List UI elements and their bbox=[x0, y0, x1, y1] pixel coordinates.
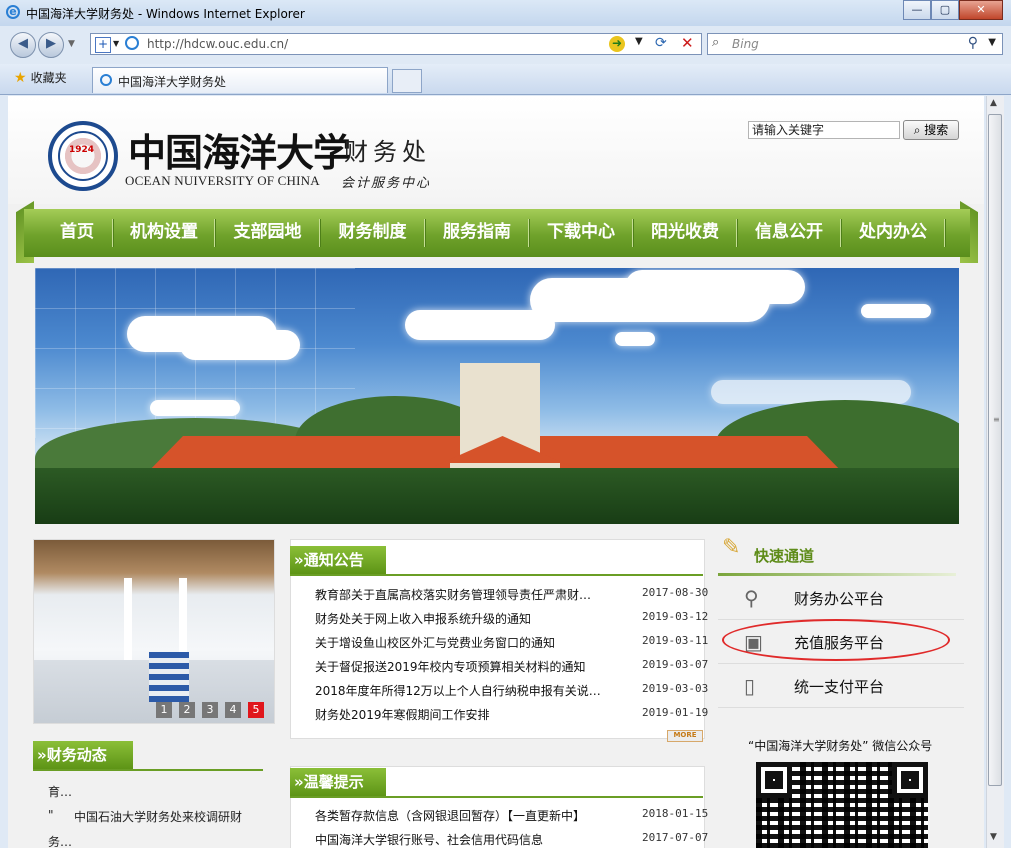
news-item[interactable]: 务… bbox=[48, 833, 72, 848]
favorites-button[interactable]: ★ 收藏夹 bbox=[14, 69, 67, 86]
go-icon[interactable]: ➜ bbox=[609, 36, 625, 52]
tabs-bar: ★ 收藏夹 中国海洋大学财务处 bbox=[0, 64, 1011, 95]
favorites-label: 收藏夹 bbox=[30, 71, 67, 85]
refresh-button[interactable]: ⟳ bbox=[655, 35, 667, 51]
highlight-circle bbox=[722, 619, 950, 661]
address-bar[interactable]: + ▼ http://hdcw.ouc.edu.cn/ ➜ ▼ ⟳ ✕ bbox=[90, 33, 702, 55]
nav-item-organization[interactable]: 机构设置 bbox=[114, 215, 214, 249]
search-provider-icon: ⌕ bbox=[712, 35, 720, 50]
page-viewport: 1924 中国海洋大学 OCEAN NUIVERSITY OF CHINA 财务… bbox=[8, 96, 984, 848]
window-titlebar: e 中国海洋大学财务处 - Windows Internet Explorer … bbox=[0, 0, 1011, 26]
nav-item-fees[interactable]: 阳光收费 bbox=[634, 215, 736, 249]
news-heading[interactable]: »财务动态 bbox=[33, 741, 133, 769]
address-toolbar: ◀ ▶ ▼ + ▼ http://hdcw.ouc.edu.cn/ ➜ ▼ ⟳ … bbox=[0, 28, 1011, 62]
quick-access-title: 快速通道 bbox=[754, 547, 815, 565]
site-header: 1924 中国海洋大学 OCEAN NUIVERSITY OF CHINA 财务… bbox=[8, 96, 984, 204]
browser-tab[interactable]: 中国海洋大学财务处 bbox=[92, 67, 388, 93]
tab-page-icon bbox=[100, 74, 112, 86]
quick-link-payment[interactable]: ▯ 统一支付平台 bbox=[718, 664, 964, 708]
search-placeholder[interactable]: Bing bbox=[732, 37, 759, 51]
slide-page-2[interactable]: 2 bbox=[179, 702, 195, 718]
campus-banner-image bbox=[35, 268, 959, 524]
star-icon: ★ bbox=[14, 70, 27, 86]
search-dropdown-icon[interactable]: ▼ bbox=[988, 37, 996, 48]
site-search-button-label: 搜索 bbox=[924, 123, 949, 137]
notices-heading[interactable]: »通知公告 bbox=[290, 546, 386, 574]
quick-link-label: 财务办公平台 bbox=[794, 590, 885, 608]
university-name-en: OCEAN NUIVERSITY OF CHINA bbox=[125, 173, 320, 188]
quick-link-label: 统一支付平台 bbox=[794, 678, 885, 696]
tips-title: 温馨提示 bbox=[303, 773, 364, 791]
nav-item-info-disclosure[interactable]: 信息公开 bbox=[738, 215, 840, 249]
tips-heading[interactable]: »温馨提示 bbox=[290, 768, 386, 796]
tab-title: 中国海洋大学财务处 bbox=[118, 75, 227, 89]
dept-subtitle: 会计服务中心 bbox=[341, 176, 432, 191]
news-title: 财务动态 bbox=[46, 746, 107, 764]
notices-more-link[interactable]: MORE bbox=[667, 730, 703, 742]
notices-title: 通知公告 bbox=[303, 551, 364, 569]
stop-button[interactable]: ✕ bbox=[681, 34, 694, 52]
url-text[interactable]: http://hdcw.ouc.edu.cn/ bbox=[147, 37, 288, 51]
slide-page-5[interactable]: 5 bbox=[248, 702, 264, 718]
wechat-label: “中国海洋大学财务处” 微信公众号 bbox=[748, 739, 933, 753]
scroll-down-icon[interactable]: ▼ bbox=[990, 832, 997, 842]
history-dropdown-icon[interactable]: ▼ bbox=[68, 39, 75, 49]
news-item[interactable]: 育… bbox=[48, 783, 72, 800]
window-controls: — ▢ ✕ bbox=[903, 0, 1003, 20]
site-search-button[interactable]: ⌕ 搜索 bbox=[903, 120, 959, 140]
dept-name: 财务处 bbox=[344, 138, 431, 166]
compat-dropdown-icon[interactable]: ▼ bbox=[113, 39, 119, 48]
main-nav: 首页 机构设置 支部园地 财务制度 服务指南 下载中心 阳光收费 信息公开 处内… bbox=[16, 201, 978, 263]
nav-item-internal-office[interactable]: 处内办公 bbox=[842, 215, 944, 249]
forward-button[interactable]: ▶ bbox=[38, 32, 64, 58]
university-emblem-icon: 1924 bbox=[48, 121, 118, 191]
emblem-year: 1924 bbox=[69, 145, 95, 155]
browser-search-box[interactable]: ⌕ Bing ⚲ ▼ bbox=[707, 33, 1003, 55]
slide-page-1[interactable]: 1 bbox=[156, 702, 172, 718]
page-icon bbox=[125, 36, 139, 50]
news-item[interactable]: 中国石油大学财务处来校调研财 bbox=[74, 808, 242, 825]
maximize-button[interactable]: ▢ bbox=[931, 0, 959, 20]
nav-item-service-guide[interactable]: 服务指南 bbox=[426, 215, 528, 249]
pencil-icon: ✎ bbox=[722, 535, 741, 560]
slideshow-photo[interactable]: 1 2 3 4 5 bbox=[33, 539, 275, 724]
nav-item-downloads[interactable]: 下载中心 bbox=[530, 215, 632, 249]
university-logo-text[interactable]: 中国海洋大学 bbox=[128, 122, 351, 177]
ie-logo-icon: e bbox=[6, 5, 20, 19]
nav-item-party-branch[interactable]: 支部园地 bbox=[216, 215, 319, 249]
scrollbar-thumb[interactable]: ≡ bbox=[988, 114, 1002, 786]
nav-item-home[interactable]: 首页 bbox=[42, 215, 112, 249]
site-search-input[interactable]: 请输入关键字 bbox=[748, 121, 900, 139]
address-dropdown-icon[interactable]: ▼ bbox=[635, 36, 643, 47]
quick-link-finance-office[interactable]: ⚲ 财务办公平台 bbox=[718, 576, 964, 620]
search-icon: ⚲ bbox=[744, 586, 759, 610]
scroll-up-icon[interactable]: ▲ bbox=[990, 98, 997, 108]
slide-page-3[interactable]: 3 bbox=[202, 702, 218, 718]
new-tab-button[interactable] bbox=[392, 69, 422, 93]
search-icon[interactable]: ⚲ bbox=[968, 35, 978, 51]
window-title: 中国海洋大学财务处 - Windows Internet Explorer bbox=[26, 7, 305, 21]
wechat-qr-code bbox=[756, 762, 928, 848]
vertical-scrollbar[interactable]: ▲ ≡ ▼ bbox=[986, 96, 1004, 848]
compat-icon[interactable]: + bbox=[95, 37, 111, 53]
minimize-button[interactable]: — bbox=[903, 0, 931, 20]
nav-item-finance-rules[interactable]: 财务制度 bbox=[321, 215, 424, 249]
close-button[interactable]: ✕ bbox=[959, 0, 1003, 20]
news-item-bullet: " bbox=[48, 808, 54, 822]
slide-page-4[interactable]: 4 bbox=[225, 702, 241, 718]
back-button[interactable]: ◀ bbox=[10, 32, 36, 58]
phone-icon: ▯ bbox=[744, 674, 756, 698]
